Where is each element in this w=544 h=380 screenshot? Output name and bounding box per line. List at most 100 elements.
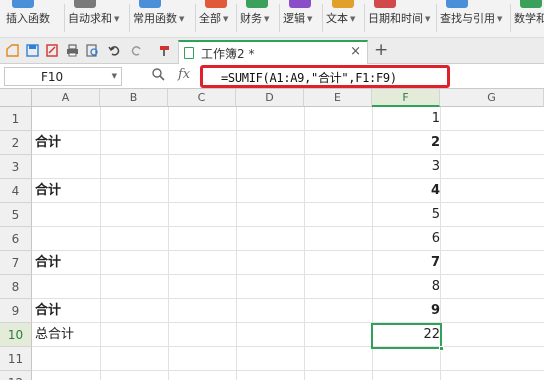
row-header-7[interactable]: 7 <box>0 251 32 275</box>
row-header-1[interactable]: 1 <box>0 107 32 131</box>
ribbon-separator <box>436 4 437 32</box>
cell-f1[interactable]: 1 <box>372 107 440 131</box>
cell-f4[interactable]: 4 <box>372 179 440 203</box>
function-category-icon <box>446 0 468 8</box>
redo-icon[interactable] <box>130 44 143 57</box>
chevron-down-icon[interactable]: ▼ <box>223 15 228 23</box>
row-header-8[interactable]: 8 <box>0 275 32 299</box>
ribbon-button-label: 查找与引用 ▼ <box>440 10 502 26</box>
print-preview-icon[interactable] <box>86 44 99 57</box>
ribbon-button-4[interactable]: 财务 ▼ <box>240 0 269 38</box>
cell-f7[interactable]: 7 <box>372 251 440 275</box>
ribbon-button-9[interactable]: 数学和 <box>514 0 544 38</box>
chevron-down-icon[interactable]: ▼ <box>350 15 355 23</box>
column-header-a[interactable]: A <box>32 89 100 107</box>
ribbon-label-text: 日期和时间 <box>368 12 423 25</box>
cell-f9[interactable]: 9 <box>372 299 440 323</box>
new-tab-icon[interactable]: + <box>374 40 388 60</box>
gridline <box>32 154 544 155</box>
quick-access-bar: 工作簿2 * × + <box>0 38 544 64</box>
pdf-export-icon[interactable] <box>46 44 59 57</box>
ribbon-separator <box>195 4 196 32</box>
chevron-down-icon[interactable]: ▼ <box>264 15 269 23</box>
chevron-down-icon[interactable]: ▼ <box>179 15 184 23</box>
cell-a7[interactable]: 合计 <box>35 251 61 275</box>
search-icon[interactable] <box>152 68 165 81</box>
chevron-down-icon[interactable]: ▼ <box>425 15 430 23</box>
function-category-icon <box>12 0 34 8</box>
column-header-f[interactable]: F <box>372 89 440 107</box>
function-category-icon <box>289 0 311 8</box>
cell-f3[interactable]: 3 <box>372 155 440 179</box>
cell-f5[interactable]: 5 <box>372 203 440 227</box>
ribbon-separator <box>364 4 365 32</box>
chevron-down-icon[interactable]: ▼ <box>114 15 119 23</box>
chevron-down-icon[interactable]: ▼ <box>497 15 502 23</box>
cell-f8[interactable]: 8 <box>372 275 440 299</box>
function-category-icon <box>74 0 96 8</box>
undo-icon[interactable] <box>108 44 121 57</box>
cell-a4[interactable]: 合计 <box>35 179 61 203</box>
save-icon[interactable] <box>26 44 39 57</box>
row-header-5[interactable]: 5 <box>0 203 32 227</box>
cell-a10[interactable]: 总合计 <box>35 323 74 347</box>
cell-f2[interactable]: 2 <box>372 131 440 155</box>
gridline <box>32 298 544 299</box>
chevron-down-icon[interactable]: ▼ <box>112 72 117 80</box>
fill-handle[interactable] <box>439 346 444 351</box>
spreadsheet-grid: A B C D E F G 1 1 2 合计 2 3 3 4 合计 4 5 5 6 6 7 合计 7 8 8 9 合计 9 10 总合计 22… <box>0 89 544 380</box>
row-header-2[interactable]: 2 <box>0 131 32 155</box>
formula-text: =SUMIF(A1:A9,"合计",F1:F9) <box>221 71 397 85</box>
ribbon-button-7[interactable]: 日期和时间 ▼ <box>368 0 430 38</box>
function-category-icon <box>139 0 161 8</box>
row-header-6[interactable]: 6 <box>0 227 32 251</box>
row-header-4[interactable]: 4 <box>0 179 32 203</box>
ribbon-label-text: 自动求和 <box>68 12 112 25</box>
column-header-b[interactable]: B <box>100 89 168 107</box>
print-icon[interactable] <box>66 44 79 57</box>
column-header-c[interactable]: C <box>168 89 236 107</box>
format-painter-icon[interactable] <box>158 44 171 57</box>
row-header-9[interactable]: 9 <box>0 299 32 323</box>
row-header-12[interactable]: 12 <box>0 371 32 380</box>
formula-bar: F10 ▼ fx =SUMIF(A1:A9,"合计",F1:F9) <box>0 64 544 89</box>
ribbon-button-1[interactable]: 自动求和 ▼ <box>68 0 119 38</box>
row-header-11[interactable]: 11 <box>0 347 32 371</box>
ribbon-button-label: 自动求和 ▼ <box>68 10 119 26</box>
cell-a2[interactable]: 合计 <box>35 131 61 155</box>
ribbon-button-2[interactable]: 常用函数 ▼ <box>133 0 184 38</box>
name-box-value: F10 <box>41 70 64 84</box>
ribbon-button-label: 财务 ▼ <box>240 10 269 26</box>
close-icon[interactable]: × <box>350 44 361 59</box>
ribbon-separator <box>129 4 130 32</box>
ribbon-button-3[interactable]: 全部 ▼ <box>199 0 228 38</box>
ribbon-separator <box>236 4 237 32</box>
ribbon-separator <box>322 4 323 32</box>
column-header-g[interactable]: G <box>440 89 544 107</box>
row-header-3[interactable]: 3 <box>0 155 32 179</box>
name-box[interactable]: F10 ▼ <box>4 67 122 86</box>
ribbon-separator <box>279 4 280 32</box>
ribbon-button-8[interactable]: 查找与引用 ▼ <box>440 0 502 38</box>
function-category-icon <box>332 0 354 8</box>
row-header-10[interactable]: 10 <box>0 323 32 347</box>
gridline <box>32 250 544 251</box>
ribbon-button-5[interactable]: 逻辑 ▼ <box>283 0 312 38</box>
column-header-e[interactable]: E <box>304 89 372 107</box>
cell-f6[interactable]: 6 <box>372 227 440 251</box>
ribbon-button-6[interactable]: 文本 ▼ <box>326 0 355 38</box>
ribbon-label-text: 文本 <box>326 12 348 25</box>
function-category-icon <box>520 0 542 8</box>
new-file-icon[interactable] <box>6 44 19 57</box>
chevron-down-icon[interactable]: ▼ <box>307 15 312 23</box>
gridline <box>168 107 169 380</box>
formula-input[interactable]: =SUMIF(A1:A9,"合计",F1:F9) <box>200 65 450 88</box>
gridline <box>32 274 544 275</box>
select-all-corner[interactable] <box>0 89 32 107</box>
cell-a9[interactable]: 合计 <box>35 299 61 323</box>
ribbon-button-0[interactable]: 插入函数 <box>6 0 50 38</box>
ribbon-button-label: 插入函数 <box>6 10 50 26</box>
insert-function-icon[interactable]: fx <box>178 67 190 82</box>
column-header-d[interactable]: D <box>236 89 304 107</box>
tab-workbook[interactable]: 工作簿2 * × <box>178 40 368 64</box>
